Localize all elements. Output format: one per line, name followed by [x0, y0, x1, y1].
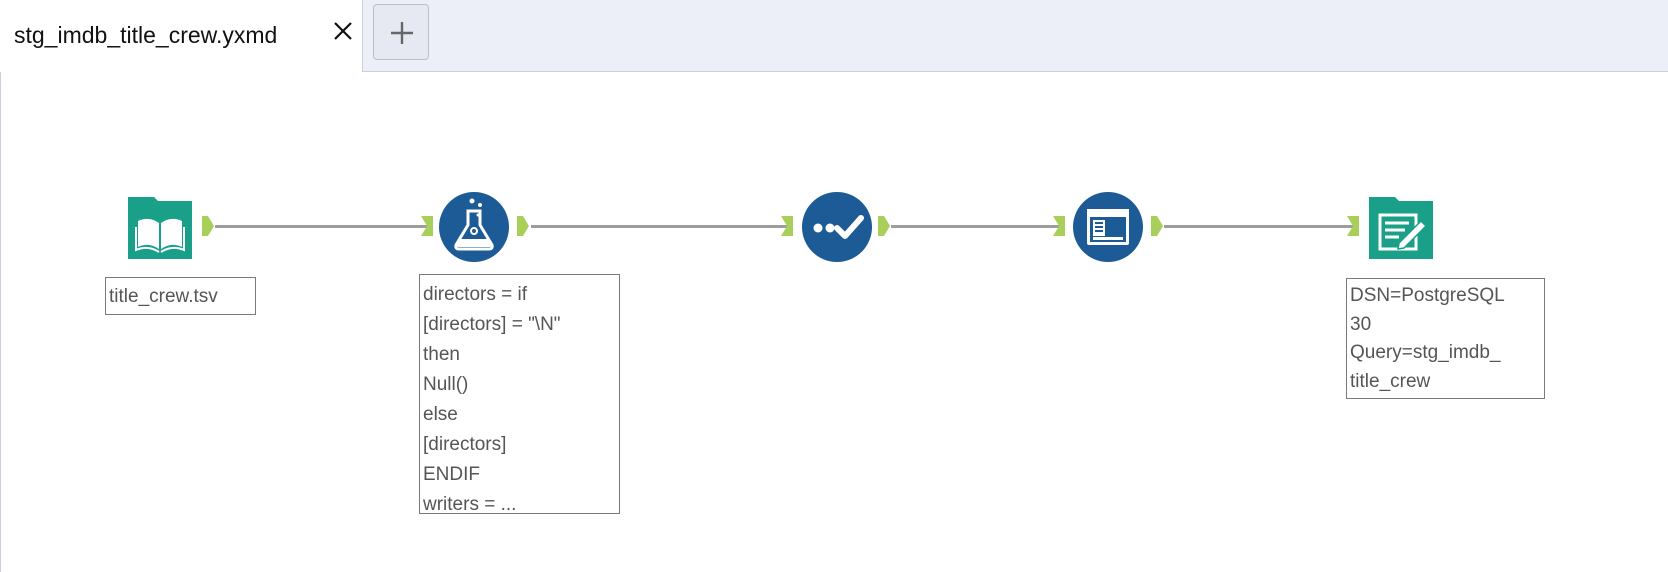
alteryx-designer-window: stg_imdb_title_crew.yxmd title_crew.tsv … — [0, 0, 1668, 572]
input-data-tool[interactable] — [124, 191, 196, 263]
workflow-canvas[interactable]: title_crew.tsv directors = if [directors… — [0, 72, 1668, 572]
data-cleansing-tool[interactable] — [1072, 191, 1144, 263]
flask-icon — [439, 192, 509, 262]
input-anchor[interactable] — [1053, 216, 1065, 236]
output-anchor[interactable] — [1151, 216, 1163, 236]
select-tool[interactable] — [801, 191, 873, 263]
input-anchor[interactable] — [1347, 216, 1359, 236]
tab-strip: stg_imdb_title_crew.yxmd — [0, 0, 1668, 72]
book-icon — [128, 197, 192, 259]
tool-annotation: directors = if [directors] = "\N" then N… — [419, 274, 620, 514]
new-tab-button[interactable] — [373, 4, 429, 60]
output-anchor[interactable] — [202, 216, 214, 236]
input-anchor[interactable] — [421, 216, 433, 236]
tab-workflow[interactable]: stg_imdb_title_crew.yxmd — [0, 0, 363, 72]
input-anchor[interactable] — [781, 216, 793, 236]
tab-title: stg_imdb_title_crew.yxmd — [14, 22, 278, 48]
plus-icon — [391, 22, 413, 44]
formula-tool[interactable] — [438, 191, 510, 263]
tool-annotation: title_crew.tsv — [105, 277, 256, 315]
close-icon[interactable] — [330, 18, 356, 44]
output-icon — [1369, 197, 1433, 259]
window-icon — [1073, 192, 1143, 262]
output-data-tool[interactable] — [1365, 191, 1437, 263]
output-anchor[interactable] — [878, 216, 890, 236]
connection-line[interactable] — [215, 225, 427, 228]
tool-annotation: DSN=PostgreSQL 30 Query=stg_imdb_ title_… — [1346, 278, 1545, 399]
output-anchor[interactable] — [517, 216, 529, 236]
connection-line[interactable] — [531, 225, 787, 228]
check-icon — [802, 192, 872, 262]
connection-line[interactable] — [891, 225, 1061, 228]
connection-line[interactable] — [1164, 225, 1354, 228]
